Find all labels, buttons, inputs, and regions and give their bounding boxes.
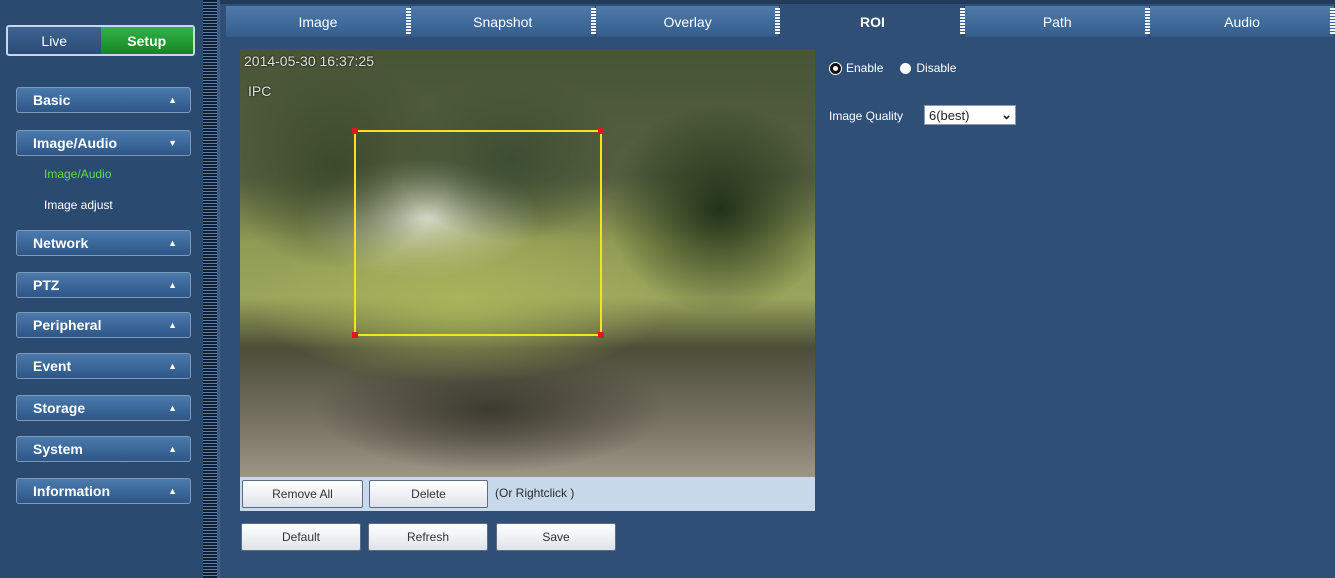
sidebar-item-label: Basic — [33, 92, 71, 108]
sidebar-item-label: Network — [33, 235, 89, 251]
tab-audio[interactable]: Audio — [1150, 6, 1335, 37]
tab-path[interactable]: Path — [965, 6, 1151, 37]
roi-handle-top-left[interactable] — [352, 128, 358, 134]
tab-label: Audio — [1224, 13, 1260, 30]
osd-channel-name: IPC — [248, 83, 272, 99]
caret-up-icon: ▲ — [168, 320, 177, 330]
chevron-down-icon: ⌄ — [1001, 107, 1012, 122]
sidebar-item-ptz[interactable]: PTZ ▲ — [16, 272, 191, 298]
sidebar: Live Setup Basic ▲ Image/Audio ▼ Image/A… — [0, 0, 203, 578]
sidebar-item-peripheral[interactable]: Peripheral ▲ — [16, 312, 191, 338]
sidebar-item-system[interactable]: System ▲ — [16, 436, 191, 462]
splitter-edge — [217, 0, 220, 578]
caret-up-icon: ▲ — [168, 95, 177, 105]
setup-button[interactable]: Setup — [100, 27, 193, 54]
sidebar-item-label: Peripheral — [33, 317, 102, 333]
sidebar-item-label: Event — [33, 358, 72, 374]
disable-label[interactable]: Disable — [916, 61, 956, 75]
default-button[interactable]: Default — [241, 523, 361, 551]
disable-radio[interactable] — [900, 62, 912, 74]
tab-label: Image — [298, 13, 338, 30]
roi-handle-top-right[interactable] — [598, 128, 604, 134]
tab-label: Snapshot — [473, 13, 533, 30]
caret-up-icon: ▲ — [168, 444, 177, 454]
tab-label: Overlay — [663, 13, 712, 30]
setup-page: Live Setup Basic ▲ Image/Audio ▼ Image/A… — [0, 0, 1335, 578]
live-button[interactable]: Live — [8, 27, 101, 54]
tab-label: ROI — [859, 13, 885, 30]
mode-toggle: Live Setup — [6, 25, 195, 56]
sidebar-item-storage[interactable]: Storage ▲ — [16, 395, 191, 421]
caret-up-icon: ▲ — [168, 238, 177, 248]
caret-up-icon: ▲ — [168, 361, 177, 371]
caret-up-icon: ▲ — [168, 280, 177, 290]
sidebar-item-information[interactable]: Information ▲ — [16, 478, 191, 504]
image-quality-select[interactable]: 6(best) ⌄ — [924, 105, 1016, 125]
delete-button[interactable]: Delete — [369, 480, 488, 508]
sidebar-item-event[interactable]: Event ▲ — [16, 353, 191, 379]
sidebar-item-label: Information — [33, 483, 110, 499]
image-quality-label: Image Quality — [829, 109, 904, 123]
caret-up-icon: ▲ — [168, 486, 177, 496]
video-preview[interactable]: 2014-05-30 16:37:25 IPC — [240, 49, 815, 477]
tab-overlay[interactable]: Overlay — [595, 6, 781, 37]
caret-up-icon: ▲ — [168, 403, 177, 413]
osd-timestamp: 2014-05-30 16:37:25 — [244, 53, 374, 69]
tab-grip-icon — [1329, 8, 1335, 34]
sidebar-item-label: Image/Audio — [33, 135, 118, 151]
enable-radio[interactable] — [830, 62, 841, 74]
tab-roi[interactable]: ROI — [780, 6, 966, 37]
sidebar-item-label: PTZ — [33, 277, 60, 293]
roi-enable-group: Enable Disable — [830, 61, 973, 75]
sidebar-item-label: Storage — [33, 400, 86, 416]
roi-handle-bottom-left[interactable] — [352, 332, 358, 338]
roi-region[interactable] — [352, 128, 604, 338]
sidebar-item-network[interactable]: Network ▲ — [16, 230, 191, 256]
sidebar-item-basic[interactable]: Basic ▲ — [16, 87, 191, 113]
tab-bar: Image Snapshot Overlay ROI Path Audio — [226, 6, 1335, 37]
tab-image[interactable]: Image — [226, 6, 411, 37]
tab-label: Path — [1042, 13, 1072, 30]
rightclick-hint: (Or Rightclick ) — [495, 486, 575, 500]
sidebar-splitter[interactable] — [203, 0, 217, 578]
tab-snapshot[interactable]: Snapshot — [410, 6, 596, 37]
submenu-image-adjust[interactable]: Image adjust — [44, 198, 113, 212]
sidebar-item-label: System — [33, 441, 83, 457]
submenu-image-audio[interactable]: Image/Audio — [44, 167, 111, 181]
caret-down-icon: ▼ — [168, 138, 177, 148]
enable-label[interactable]: Enable — [846, 61, 883, 75]
roi-handle-bottom-right[interactable] — [598, 332, 604, 338]
sidebar-item-image-audio[interactable]: Image/Audio ▼ — [16, 130, 191, 156]
remove-all-button[interactable]: Remove All — [242, 480, 363, 508]
image-quality-value: 6(best) — [929, 107, 970, 123]
roi-action-bar: Remove All Delete (Or Rightclick ) — [240, 477, 815, 511]
save-button[interactable]: Save — [496, 523, 616, 551]
refresh-button[interactable]: Refresh — [368, 523, 488, 551]
